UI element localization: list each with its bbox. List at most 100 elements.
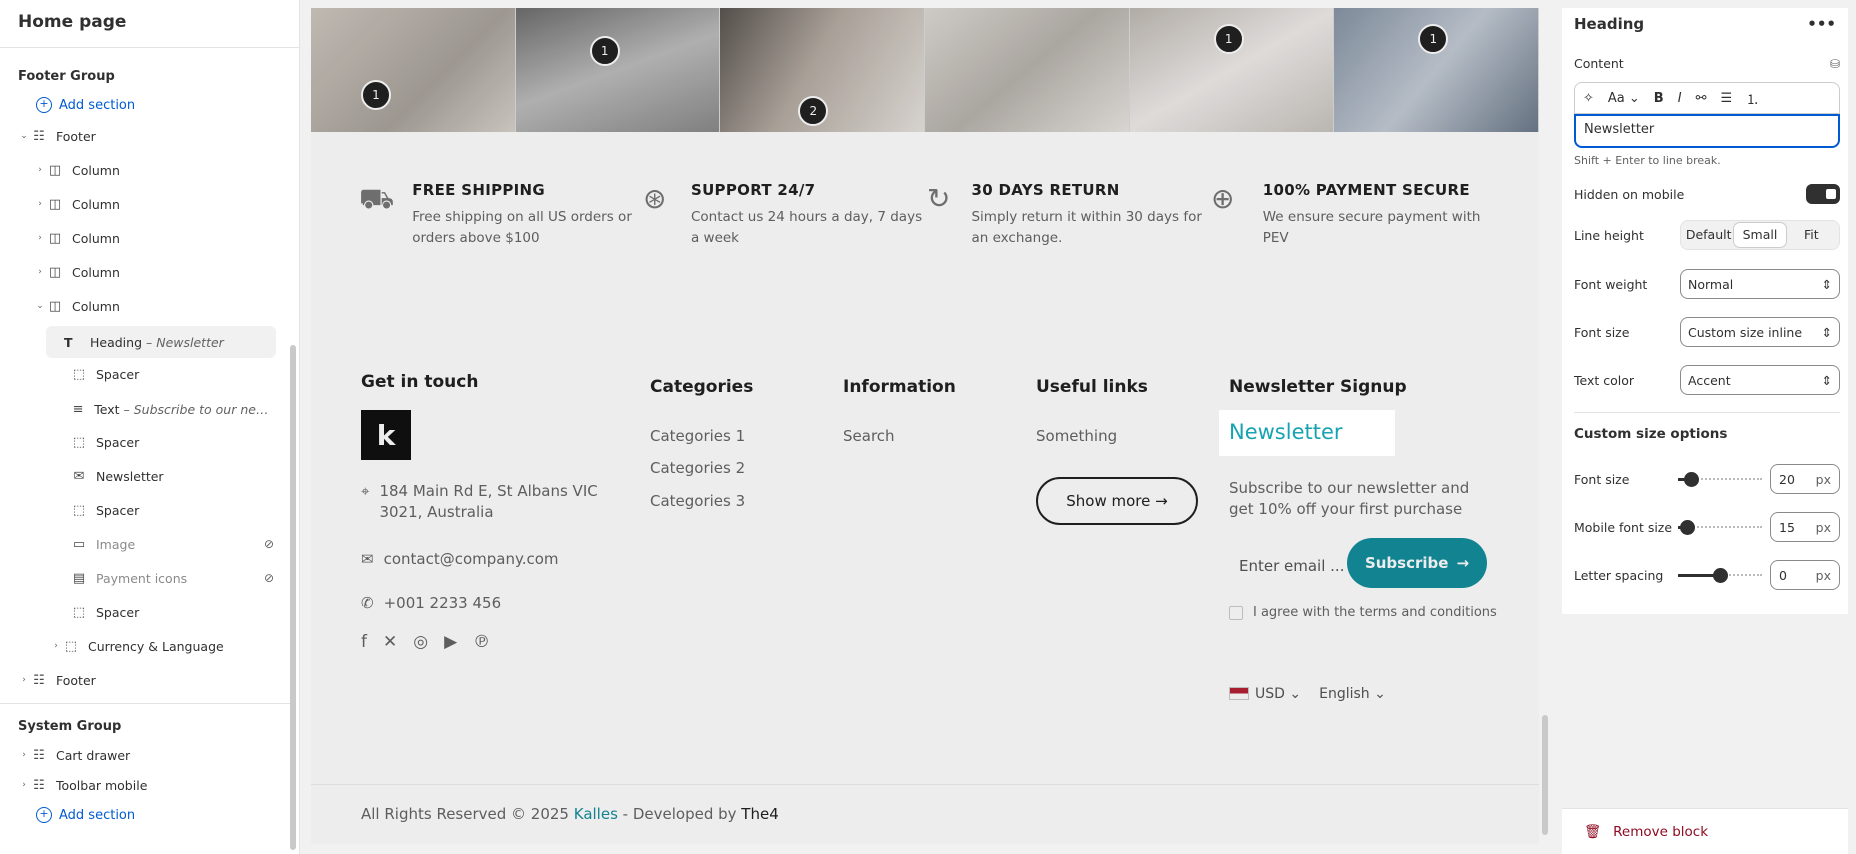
- terms-checkbox-row[interactable]: I agree with the terms and conditions: [1229, 605, 1497, 620]
- brand-link[interactable]: Kalles: [574, 805, 618, 823]
- tree-item-spacer[interactable]: ⬚ Spacer: [70, 360, 290, 388]
- letter-spacing-input[interactable]: 0 px: [1770, 560, 1840, 590]
- tree-item-image[interactable]: ▭ Image ⊘: [70, 530, 290, 558]
- sidebar-scrollbar[interactable]: [290, 345, 296, 850]
- remove-block-button[interactable]: 🗑 Remove block: [1562, 808, 1848, 854]
- chevron-right-icon[interactable]: ›: [34, 165, 46, 175]
- tree-item-column[interactable]: › ◫ Column: [34, 258, 326, 286]
- select-chevron-icon: ⇕: [1821, 372, 1832, 388]
- mobile-font-size-input[interactable]: 15 px: [1770, 512, 1840, 542]
- font-size-input[interactable]: 20 px: [1770, 464, 1840, 494]
- tree-item-column[interactable]: › ◫ Column: [34, 190, 326, 218]
- chevron-down-icon[interactable]: ⌄: [34, 301, 46, 311]
- link-icon[interactable]: ⚯: [1696, 91, 1707, 106]
- tree-item-toolbar-mobile[interactable]: › ☷ Toolbar mobile: [18, 771, 310, 799]
- tree-item-heading-selected[interactable]: T Heading – Newsletter: [40, 322, 282, 362]
- tree-item-cart-drawer[interactable]: › ☷ Cart drawer: [18, 741, 310, 769]
- more-options-icon[interactable]: •••: [1807, 15, 1836, 33]
- hotspot[interactable]: 1: [1418, 24, 1449, 54]
- numbered-list-icon[interactable]: ⒈: [1746, 89, 1759, 108]
- chevron-down-icon[interactable]: ⌄: [18, 131, 30, 141]
- tree-item-spacer[interactable]: ⬚ Spacer: [70, 598, 290, 626]
- footer-link[interactable]: Categories 3: [650, 491, 745, 512]
- font-weight-label: Font weight: [1574, 276, 1648, 292]
- add-section-button[interactable]: + Add section: [36, 97, 135, 113]
- developer-link[interactable]: The4: [741, 805, 778, 823]
- eye-hidden-icon[interactable]: ⊘: [264, 537, 274, 551]
- tree-item-text[interactable]: ≡ Text – Subscribe to our newsl...: [70, 395, 272, 423]
- tree-item-column[interactable]: › ◫ Column: [34, 156, 326, 184]
- tree-item-column[interactable]: ⌄ ◫ Column: [34, 292, 326, 320]
- font-style-dropdown[interactable]: Aa ⌄: [1608, 91, 1640, 106]
- spacer-icon: ⬚: [72, 434, 86, 450]
- instagram-icon[interactable]: ◎: [413, 632, 428, 652]
- line-height-fit[interactable]: Fit: [1786, 223, 1837, 247]
- newsletter-heading-selected[interactable]: Newsletter: [1219, 410, 1395, 456]
- tree-item-footer[interactable]: ⌄ ☷ Footer: [18, 122, 310, 150]
- secure-icon: ⊕: [1211, 182, 1235, 215]
- pinterest-icon[interactable]: ℗: [473, 632, 490, 652]
- youtube-icon[interactable]: ▶: [444, 632, 457, 652]
- photo: 1: [515, 8, 721, 132]
- hidden-mobile-toggle[interactable]: [1806, 184, 1840, 204]
- mobile-font-size-slider[interactable]: [1678, 517, 1762, 537]
- bold-icon[interactable]: B: [1654, 91, 1664, 106]
- line-height-small[interactable]: Small: [1734, 223, 1786, 247]
- tree-item-spacer[interactable]: ⬚ Spacer: [70, 496, 290, 524]
- email-contact[interactable]: ✉ contact@company.com: [361, 549, 559, 570]
- hotspot[interactable]: 2: [798, 96, 829, 126]
- page-title[interactable]: Home page: [0, 0, 299, 48]
- tree-item-footer[interactable]: › ☷ Footer: [18, 666, 310, 694]
- cs-font-size-label: Font size: [1574, 471, 1630, 487]
- spacer-icon: ⬚: [72, 502, 86, 518]
- chevron-right-icon[interactable]: ›: [34, 233, 46, 243]
- bullet-list-icon[interactable]: ☰: [1720, 91, 1732, 106]
- language-selector[interactable]: English ⌄: [1319, 686, 1386, 702]
- preview-scrollbar[interactable]: [1542, 715, 1548, 835]
- add-section-button[interactable]: + Add section: [36, 807, 135, 823]
- footer-link[interactable]: Categories 1: [650, 426, 745, 447]
- tree-item-payment-icons[interactable]: ▤ Payment icons ⊘: [70, 564, 290, 592]
- dynamic-source-icon[interactable]: ⛁: [1830, 57, 1840, 71]
- chevron-right-icon[interactable]: ›: [18, 750, 30, 760]
- hotspot[interactable]: 1: [1213, 24, 1244, 54]
- chevron-right-icon[interactable]: ›: [18, 675, 30, 685]
- tree-item-newsletter[interactable]: ✉ Newsletter: [70, 462, 290, 490]
- line-height-default[interactable]: Default: [1683, 223, 1734, 247]
- photo: 1: [1334, 8, 1539, 132]
- currency-selector[interactable]: USD ⌄: [1229, 686, 1301, 702]
- ai-magic-icon[interactable]: ✧: [1583, 91, 1594, 106]
- italic-icon[interactable]: I: [1678, 91, 1682, 106]
- terms-checkbox[interactable]: [1229, 605, 1243, 620]
- footer-link[interactable]: Search: [843, 426, 895, 447]
- content-input[interactable]: Newsletter: [1574, 114, 1840, 148]
- tree-item-column[interactable]: › ◫ Column: [34, 224, 326, 252]
- cs-mobile-font-size-label: Mobile font size: [1574, 519, 1673, 535]
- feature-item: ↻ 30 DAYS RETURN Simply return it within 3…: [927, 181, 1202, 246]
- text-color-select[interactable]: Accent ⇕: [1680, 365, 1840, 395]
- subscribe-button[interactable]: Subscribe →: [1347, 538, 1487, 588]
- footer-link[interactable]: Categories 2: [650, 458, 745, 479]
- font-size-slider[interactable]: [1678, 469, 1762, 489]
- tree-item-currency-language[interactable]: › ⬚ Currency & Language: [50, 632, 290, 660]
- hotspot[interactable]: 1: [361, 80, 391, 110]
- footer-link[interactable]: Something: [1036, 426, 1117, 447]
- phone-contact[interactable]: ✆ +001 2233 456: [361, 593, 501, 614]
- chevron-right-icon[interactable]: ›: [34, 267, 46, 277]
- chevron-right-icon[interactable]: ›: [18, 780, 30, 790]
- tree-item-spacer[interactable]: ⬚ Spacer: [70, 428, 290, 456]
- font-size-select[interactable]: Custom size inline ⇕: [1680, 317, 1840, 347]
- x-twitter-icon[interactable]: ✕: [383, 632, 397, 652]
- show-more-button[interactable]: Show more →: [1036, 477, 1198, 525]
- chevron-right-icon[interactable]: ›: [34, 199, 46, 209]
- facebook-icon[interactable]: f: [361, 632, 367, 652]
- brand-logo[interactable]: k: [361, 410, 411, 460]
- letter-spacing-slider[interactable]: [1678, 565, 1762, 585]
- eye-hidden-icon[interactable]: ⊘: [264, 571, 274, 585]
- section-icon: ☷: [33, 777, 45, 793]
- email-input[interactable]: Enter email ...: [1239, 546, 1359, 586]
- chevron-right-icon[interactable]: ›: [50, 641, 62, 651]
- font-weight-select[interactable]: Normal ⇕: [1680, 269, 1840, 299]
- image-icon: ▭: [72, 536, 86, 552]
- hotspot[interactable]: 1: [589, 36, 620, 66]
